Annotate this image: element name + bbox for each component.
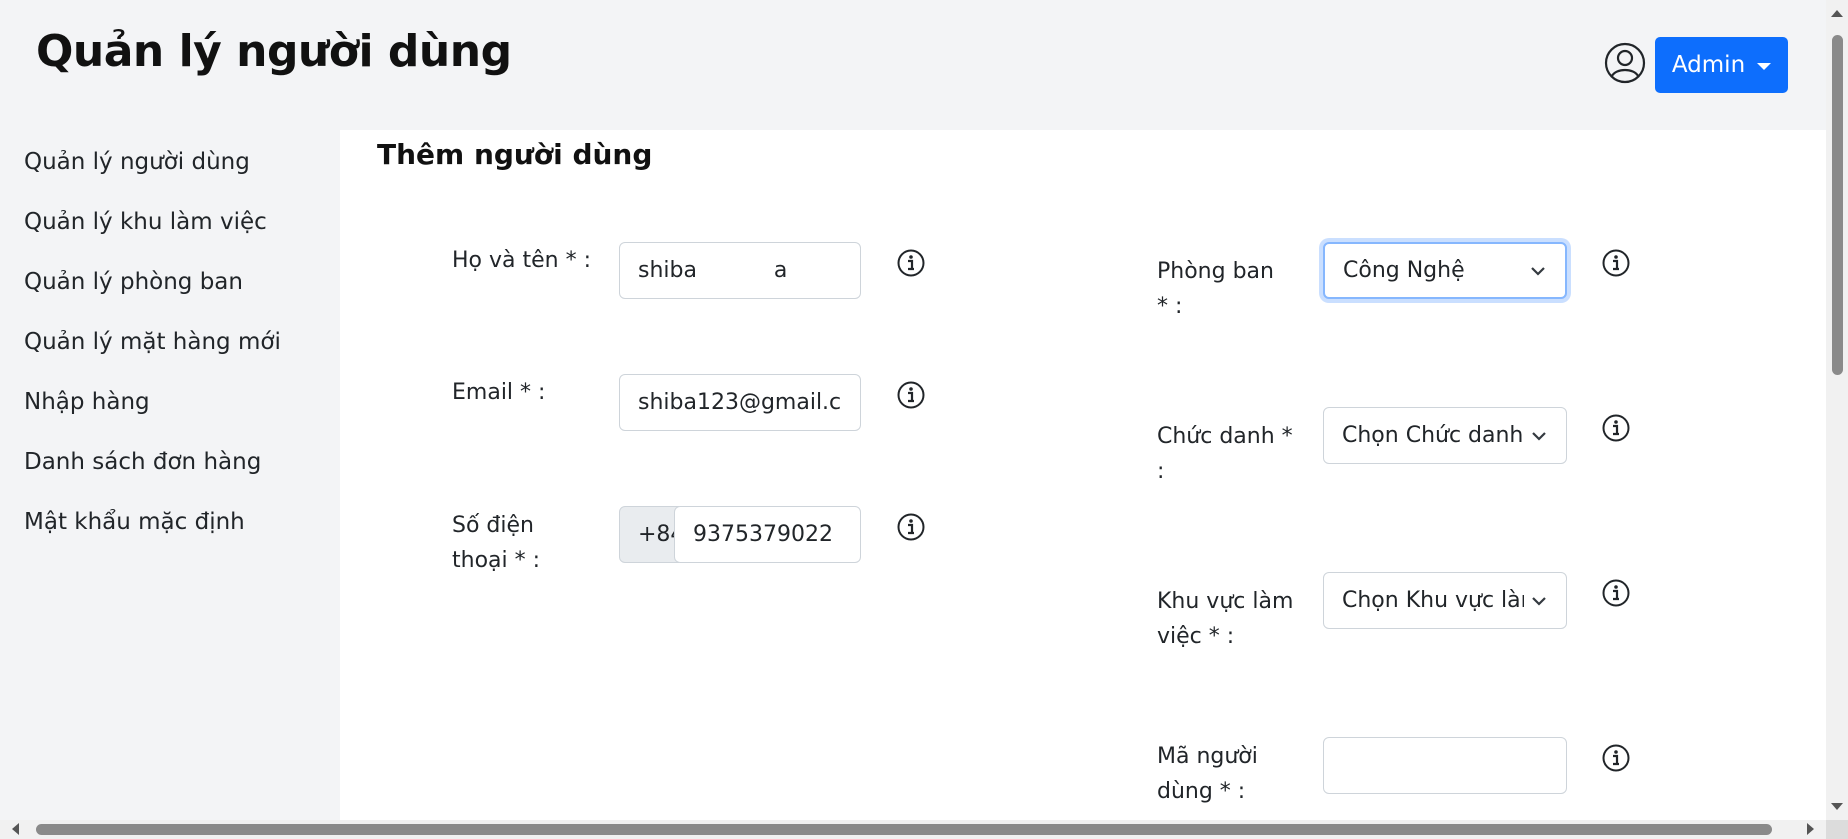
sidebar-item-departments[interactable]: Quản lý phòng ban (24, 269, 243, 295)
scroll-right-arrow-icon[interactable] (1807, 823, 1814, 835)
chevron-down-icon (1532, 431, 1546, 441)
info-icon (1602, 414, 1630, 442)
chevron-down-icon (1531, 266, 1545, 276)
work-area-label-line1: Khu vực làm (1157, 589, 1294, 614)
user-code-label: Mã người dùng * : (1157, 739, 1258, 809)
admin-dropdown-button[interactable]: Admin (1655, 37, 1788, 93)
sidebar-item-new-products[interactable]: Quản lý mặt hàng mới (24, 329, 281, 355)
phone-value: 9375379022 (693, 522, 833, 547)
page-title: Quản lý người dùng (36, 26, 512, 77)
user-code-input[interactable] (1323, 737, 1567, 794)
sidebar-item-work-areas[interactable]: Quản lý khu làm việc (24, 209, 267, 235)
info-icon (897, 249, 925, 277)
info-icon (897, 513, 925, 541)
phone-prefix: +84 (619, 506, 679, 563)
department-label-line2: * : (1157, 294, 1183, 319)
caret-down-icon (1757, 62, 1772, 70)
horizontal-scrollbar[interactable] (0, 820, 1826, 839)
full-name-input[interactable]: shiba a (619, 242, 861, 299)
position-select[interactable]: Chọn Chức danh (1323, 407, 1567, 464)
full-name-label: Họ và tên * : (452, 248, 591, 273)
info-icon (897, 381, 925, 409)
department-select[interactable]: Công Nghệ (1323, 242, 1567, 299)
phone-label: Số điện thoại * : (452, 508, 540, 578)
position-label: Chức danh * : (1157, 419, 1293, 489)
scroll-up-arrow-icon[interactable] (1831, 10, 1843, 17)
scroll-down-arrow-icon[interactable] (1831, 803, 1843, 810)
info-icon (1602, 579, 1630, 607)
position-label-line2: : (1157, 459, 1165, 484)
sidebar: Quản lý người dùng Quản lý khu làm việc … (0, 130, 340, 820)
user-circle-icon[interactable] (1604, 42, 1646, 84)
department-value: Công Nghệ (1343, 258, 1465, 283)
sidebar-item-users[interactable]: Quản lý người dùng (24, 149, 250, 175)
vertical-scrollbar[interactable] (1826, 0, 1848, 820)
header: Quản lý người dùng Admin (0, 0, 1826, 130)
position-value: Chọn Chức danh (1342, 423, 1524, 448)
vertical-scrollbar-thumb[interactable] (1832, 35, 1843, 375)
sidebar-item-default-password[interactable]: Mật khẩu mặc định (24, 509, 245, 535)
user-code-label-line2: dùng * : (1157, 779, 1246, 804)
work-area-label-line2: việc * : (1157, 624, 1235, 649)
department-label: Phòng ban * : (1157, 254, 1274, 324)
phone-input[interactable]: 9375379022 (674, 506, 861, 563)
work-area-value: Chọn Khu vực làm việc (1342, 588, 1524, 613)
admin-label: Admin (1671, 52, 1746, 78)
user-code-label-line1: Mã người (1157, 744, 1258, 769)
email-label: Email * : (452, 380, 546, 405)
phone-label-line2: thoại * : (452, 548, 541, 573)
section-title: Thêm người dùng (377, 138, 653, 171)
main-content: Thêm người dùng Họ và tên * : shiba a Em… (340, 130, 1826, 820)
info-icon (1602, 744, 1630, 772)
position-label-line1: Chức danh * (1157, 424, 1293, 449)
department-label-line1: Phòng ban (1157, 259, 1274, 284)
sidebar-item-orders[interactable]: Danh sách đơn hàng (24, 449, 261, 475)
work-area-select[interactable]: Chọn Khu vực làm việc (1323, 572, 1567, 629)
work-area-label: Khu vực làm việc * : (1157, 584, 1293, 654)
sidebar-item-import[interactable]: Nhập hàng (24, 389, 150, 415)
scroll-left-arrow-icon[interactable] (12, 823, 19, 835)
email-input[interactable]: shiba123@gmail.com (619, 374, 861, 431)
chevron-down-icon (1532, 596, 1546, 606)
scrollbar-corner (1826, 820, 1848, 839)
horizontal-scrollbar-thumb[interactable] (36, 824, 1772, 835)
full-name-value: shiba a (638, 258, 788, 283)
email-value: shiba123@gmail.com (638, 390, 842, 415)
phone-label-line1: Số điện (452, 513, 534, 538)
info-icon (1602, 249, 1630, 277)
